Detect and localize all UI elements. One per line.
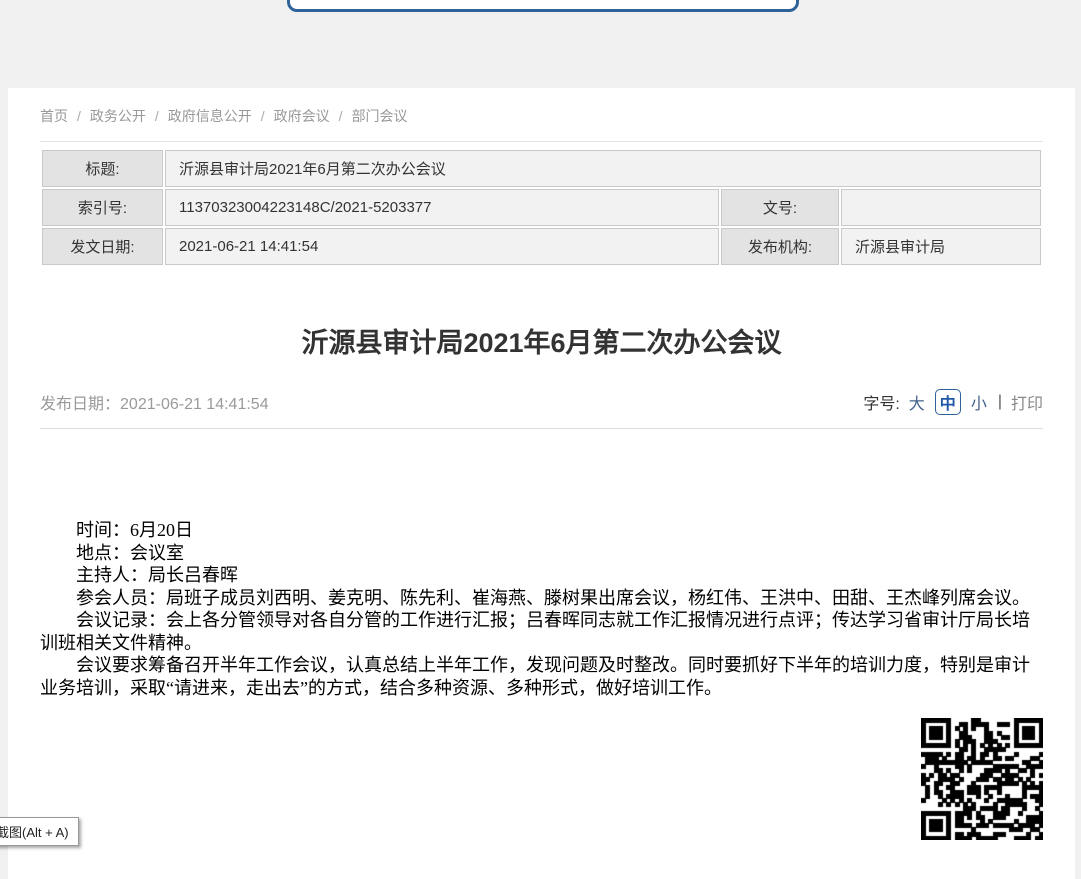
article-body: 时间：6月20日 地点：会议室 主持人：局长吕春晖 参会人员：局班子成员刘西明、… [40, 429, 1043, 699]
doc-number-label: 文号: [721, 189, 839, 226]
article-meta-row: 发布日期：2021-06-21 14:41:54 字号: 大 中 小 | 打印 [40, 389, 1043, 415]
paragraph-requirements: 会议要求筹备召开半年工作会议，认真总结上半年工作，发现问题及时整改。同时要抓好下… [40, 654, 1043, 699]
fontsize-label: 字号: [863, 390, 899, 414]
table-row: 发文日期: 2021-06-21 14:41:54 发布机构: 沂源县审计局 [42, 228, 1041, 265]
publish-date-value: 2021-06-21 14:41:54 [120, 396, 269, 413]
title-value: 沂源县审计局2021年6月第二次办公会议 [165, 150, 1041, 187]
paragraph-attendees: 参会人员：局班子成员刘西明、姜克明、陈先利、崔海燕、滕树果出席会议，杨红伟、王洪… [40, 587, 1043, 610]
issue-date-value: 2021-06-21 14:41:54 [165, 228, 719, 265]
fontsize-medium-button[interactable]: 中 [935, 389, 961, 415]
issuing-org-value: 沂源县审计局 [841, 228, 1041, 265]
breadcrumb-dept-meetings[interactable]: 部门会议 [352, 108, 408, 124]
paragraph-minutes: 会议记录：会上各分管领导对各自分管的工作进行汇报；吕春晖同志就工作汇报情况进行点… [40, 609, 1043, 654]
breadcrumb-separator: / [155, 108, 159, 124]
screenshot-tooltip: 截图(Alt + A) [0, 817, 79, 846]
breadcrumb-govt-meetings[interactable]: 政府会议 [274, 108, 330, 124]
page-title: 沂源县审计局2021年6月第二次办公会议 [40, 323, 1043, 363]
title-label: 标题: [42, 150, 163, 187]
qr-code-image [921, 718, 1043, 840]
paragraph-time: 时间：6月20日 [40, 519, 1043, 542]
divider: | [998, 393, 1002, 411]
qr-code-container [40, 718, 1043, 840]
paragraph-host: 主持人：局长吕春晖 [40, 564, 1043, 587]
breadcrumb-separator: / [261, 108, 265, 124]
fontsize-small-button[interactable]: 小 [971, 390, 987, 414]
breadcrumb-govt-affairs[interactable]: 政务公开 [90, 108, 146, 124]
breadcrumb: 首页 / 政务公开 / 政府信息公开 / 政府会议 / 部门会议 [40, 88, 1043, 142]
index-number-value: 11370323004223148C/2021-5203377 [165, 189, 719, 226]
breadcrumb-separator: / [77, 108, 81, 124]
issuing-org-label: 发布机构: [721, 228, 839, 265]
print-button[interactable]: 打印 [1011, 390, 1043, 414]
fontsize-controls: 字号: 大 中 小 | 打印 [863, 389, 1043, 415]
issue-date-label: 发文日期: [42, 228, 163, 265]
breadcrumb-separator: / [339, 108, 343, 124]
paragraph-place: 地点：会议室 [40, 542, 1043, 565]
search-box-remnant [287, 0, 799, 12]
fontsize-large-button[interactable]: 大 [909, 390, 925, 414]
table-row: 标题: 沂源县审计局2021年6月第二次办公会议 [42, 150, 1041, 187]
breadcrumb-home[interactable]: 首页 [40, 108, 68, 124]
table-row: 索引号: 11370323004223148C/2021-5203377 文号: [42, 189, 1041, 226]
publish-date-label: 发布日期： [40, 396, 120, 413]
document-meta-table: 标题: 沂源县审计局2021年6月第二次办公会议 索引号: 1137032300… [40, 148, 1043, 267]
index-number-label: 索引号: [42, 189, 163, 226]
publish-date: 发布日期：2021-06-21 14:41:54 [40, 390, 269, 414]
content-card: 首页 / 政务公开 / 政府信息公开 / 政府会议 / 部门会议 标题: 沂源县审计局2021年… [8, 88, 1075, 879]
doc-number-value [841, 189, 1041, 226]
breadcrumb-govt-info[interactable]: 政府信息公开 [168, 108, 252, 124]
